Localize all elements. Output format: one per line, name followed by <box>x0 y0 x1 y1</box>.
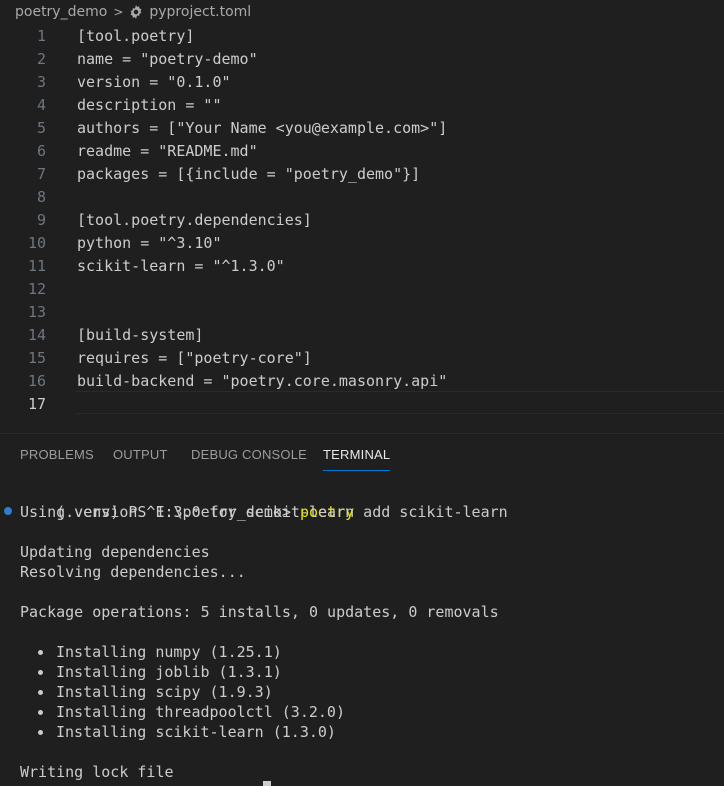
list-bullet <box>38 710 43 715</box>
line-text[interactable]: version = "0.1.0" <box>77 73 231 91</box>
line-number: 6 <box>36 141 46 160</box>
code-line[interactable]: 5 authors = ["Your Name <you@example.com… <box>0 116 724 139</box>
tab-debug-console[interactable]: DEBUG CONSOLE <box>191 440 307 470</box>
install-item: Installing scipy (1.9.3) <box>56 683 273 701</box>
install-item: Installing scikit-learn (1.3.0) <box>56 723 336 741</box>
line-number: 13 <box>27 302 46 321</box>
terminal-line: Writing lock file <box>20 763 174 781</box>
code-line[interactable]: 8 <box>0 185 724 208</box>
line-number: 12 <box>27 279 46 298</box>
code-line[interactable]: 12 <box>0 277 724 300</box>
list-bullet <box>38 650 43 655</box>
line-number: 3 <box>36 72 46 91</box>
line-number: 1 <box>36 26 46 45</box>
line-text[interactable]: name = "poetry-demo" <box>77 50 258 68</box>
terminal-line: Updating dependencies <box>20 543 210 561</box>
tab-output[interactable]: OUTPUT <box>113 440 168 470</box>
line-text[interactable]: authors = ["Your Name <you@example.com>"… <box>77 119 447 137</box>
terminal-line: Using version ^1.3.0 for scikit-learn <box>20 503 355 521</box>
code-line[interactable]: 14 [build-system] <box>0 323 724 346</box>
code-line[interactable]: 13 <box>0 300 724 323</box>
terminal-output[interactable]: (.venv) PS E:\poetry_demo> poetry add sc… <box>0 482 724 786</box>
line-number: 16 <box>27 371 46 390</box>
terminal-line: Package operations: 5 installs, 0 update… <box>20 603 499 621</box>
code-line[interactable]: 17 <box>0 392 724 415</box>
install-item: Installing numpy (1.25.1) <box>56 643 282 661</box>
list-bullet <box>38 690 43 695</box>
line-number: 4 <box>36 95 46 114</box>
line-text[interactable]: [tool.poetry.dependencies] <box>77 211 312 229</box>
code-line[interactable]: 11 scikit-learn = "^1.3.0" <box>0 254 724 277</box>
line-number: 8 <box>36 187 46 206</box>
line-number: 2 <box>36 49 46 68</box>
line-text[interactable]: [build-system] <box>77 326 203 344</box>
line-number: 11 <box>27 256 46 275</box>
tab-problems[interactable]: PROBLEMS <box>20 440 94 470</box>
terminal-command-args: add scikit-learn <box>354 503 508 521</box>
line-text[interactable]: [tool.poetry] <box>77 27 194 45</box>
breadcrumb-separator: > <box>113 5 124 19</box>
code-line[interactable]: 3 version = "0.1.0" <box>0 70 724 93</box>
code-line[interactable]: 15 requires = ["poetry-core"] <box>0 346 724 369</box>
line-text[interactable]: packages = [{include = "poetry_demo"}] <box>77 165 420 183</box>
panel-divider <box>0 433 724 434</box>
line-number: 9 <box>36 210 46 229</box>
code-editor[interactable]: 1 [tool.poetry] 2 name = "poetry-demo" 3… <box>0 24 724 430</box>
panel-tabs: PROBLEMS OUTPUT DEBUG CONSOLE TERMINAL <box>0 440 724 472</box>
line-text[interactable]: python = "^3.10" <box>77 234 222 252</box>
list-bullet <box>38 730 43 735</box>
code-line[interactable]: 10 python = "^3.10" <box>0 231 724 254</box>
install-item: Installing threadpoolctl (3.2.0) <box>56 703 345 721</box>
line-text[interactable]: scikit-learn = "^1.3.0" <box>77 257 285 275</box>
terminal-cursor <box>263 781 271 786</box>
code-line[interactable]: 2 name = "poetry-demo" <box>0 47 724 70</box>
breadcrumb-folder[interactable]: poetry_demo <box>15 4 107 20</box>
tab-terminal[interactable]: TERMINAL <box>323 440 391 471</box>
code-line[interactable]: 1 [tool.poetry] <box>0 24 724 47</box>
line-text[interactable]: build-backend = "poetry.core.masonry.api… <box>77 372 447 390</box>
line-text[interactable]: description = "" <box>77 96 222 114</box>
command-status-dot[interactable] <box>4 507 12 515</box>
line-number: 15 <box>27 348 46 367</box>
breadcrumb-file[interactable]: pyproject.toml <box>149 4 251 20</box>
line-text[interactable]: readme = "README.md" <box>77 142 258 160</box>
line-text[interactable]: requires = ["poetry-core"] <box>77 349 312 367</box>
code-line[interactable]: 6 readme = "README.md" <box>0 139 724 162</box>
line-number: 5 <box>36 118 46 137</box>
code-line[interactable]: 16 build-backend = "poetry.core.masonry.… <box>0 369 724 392</box>
line-number-active: 17 <box>27 394 46 413</box>
gear-icon <box>129 5 143 19</box>
line-number: 14 <box>27 325 46 344</box>
code-line[interactable]: 7 packages = [{include = "poetry_demo"}] <box>0 162 724 185</box>
install-item: Installing joblib (1.3.1) <box>56 663 282 681</box>
line-number: 7 <box>36 164 46 183</box>
breadcrumb: poetry_demo > pyproject.toml <box>0 0 724 24</box>
line-number: 10 <box>27 233 46 252</box>
terminal-line: Resolving dependencies... <box>20 563 246 581</box>
list-bullet <box>38 670 43 675</box>
code-line[interactable]: 4 description = "" <box>0 93 724 116</box>
code-line[interactable]: 9 [tool.poetry.dependencies] <box>0 208 724 231</box>
terminal-command-line: (.venv) PS E:\poetry_demo> poetry add sc… <box>20 482 508 521</box>
